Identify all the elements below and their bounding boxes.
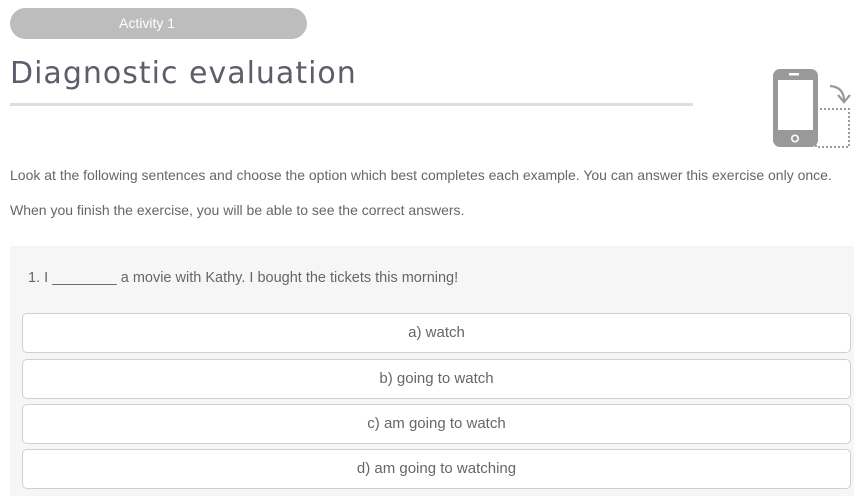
title-divider xyxy=(10,103,693,106)
question-panel: 1. I ________ a movie with Kathy. I boug… xyxy=(10,246,854,496)
page-title: Diagnostic evaluation xyxy=(10,56,357,91)
question-text: 1. I ________ a movie with Kathy. I boug… xyxy=(28,270,459,286)
option-c-button[interactable]: c) am going to watch xyxy=(22,404,851,444)
activity-badge: Activity 1 xyxy=(10,8,307,39)
option-a-button[interactable]: a) watch xyxy=(22,313,851,353)
instructions-text: Look at the following sentences and choo… xyxy=(10,167,832,218)
rotate-device-icon xyxy=(773,69,851,148)
option-d-button[interactable]: d) am going to watching xyxy=(22,449,851,489)
activity-label: Activity 1 xyxy=(119,15,176,31)
option-b-button[interactable]: b) going to watch xyxy=(22,359,851,399)
